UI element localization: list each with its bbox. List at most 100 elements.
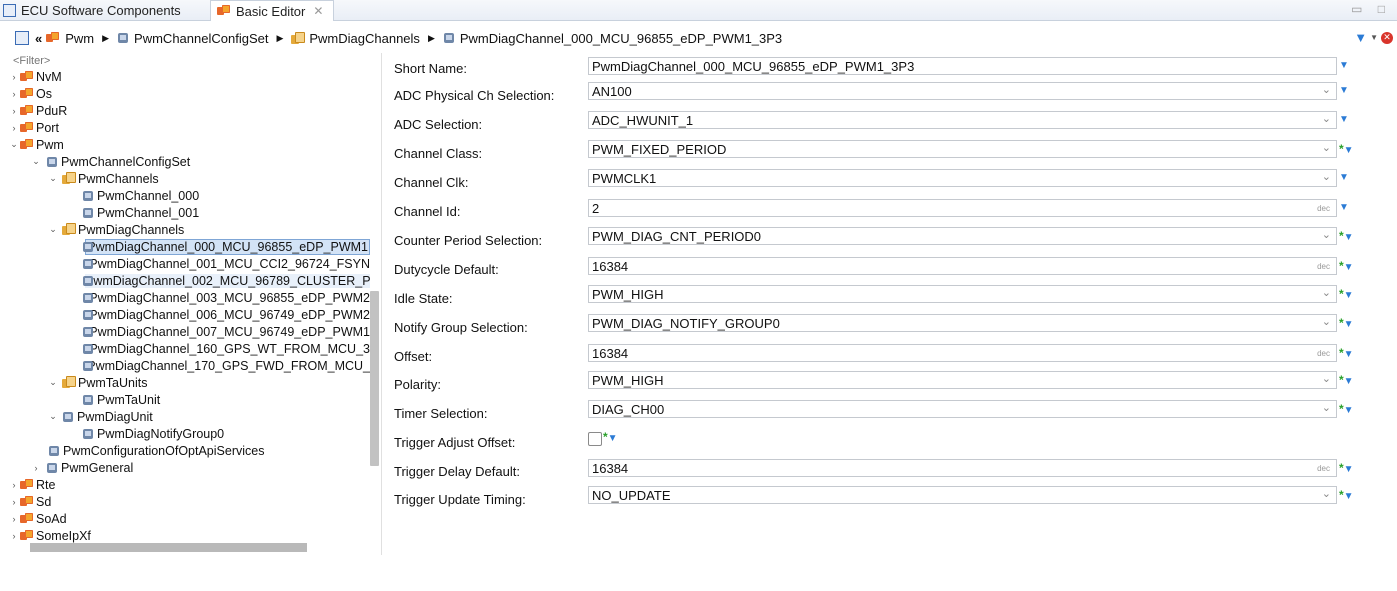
tree-item-pwm-channel-config-set[interactable]: ⌄PwmChannelConfigSet xyxy=(0,153,370,170)
module-icon xyxy=(20,496,34,508)
tab-basic-editor[interactable]: Basic Editor ✕ xyxy=(210,0,334,21)
expand-icon[interactable]: › xyxy=(9,497,19,507)
parameter-menu-icon[interactable]: ▼ xyxy=(1339,113,1349,125)
tree-item-pwm-diag-notify-group0[interactable]: PwmDiagNotifyGroup0 xyxy=(0,425,370,442)
tree-item-rte[interactable]: ›Rte xyxy=(0,476,370,493)
collapse-icon[interactable]: ⌄ xyxy=(48,173,58,184)
short-name-field[interactable]: PwmDiagChannel_000_MCU_96855_eDP_PWM1_3P… xyxy=(588,57,1337,75)
breadcrumb-item-diag-channel-000[interactable]: PwmDiagChannel_000_MCU_96855_eDP_PWM1_3P… xyxy=(443,31,782,46)
tree-item-pwm-channel-000[interactable]: PwmChannel_000 xyxy=(0,187,370,204)
tree-item-pwm-general[interactable]: ›PwmGeneral xyxy=(0,459,370,476)
tree-item-diag-channel-160[interactable]: PwmDiagChannel_160_GPS_WT_FROM_MCU_3 xyxy=(0,340,370,357)
timer-selection-select[interactable]: DIAG_CH00 xyxy=(588,400,1337,418)
tree-item-pwm-ta-unit[interactable]: PwmTaUnit xyxy=(0,391,370,408)
parameter-menu-icon[interactable]: *▼ xyxy=(1339,316,1354,330)
tree-item-pwm-channels[interactable]: ⌄PwmChannels xyxy=(0,170,370,187)
tree-item-diag-channel-006[interactable]: PwmDiagChannel_006_MCU_96749_eDP_PWM2 xyxy=(0,306,370,323)
collapse-icon[interactable]: ⌄ xyxy=(48,377,58,388)
parameter-menu-icon[interactable]: *▼ xyxy=(1339,402,1354,416)
tree-item-pwm[interactable]: ⌄Pwm xyxy=(0,136,370,153)
tree-item-diag-channel-003[interactable]: PwmDiagChannel_003_MCU_96855_eDP_PWM2 xyxy=(0,289,370,306)
tree-item-sd[interactable]: ›Sd xyxy=(0,493,370,510)
channel-clk-select[interactable]: PWMCLK1 xyxy=(588,169,1337,187)
tree-item-nvm[interactable]: ›NvM xyxy=(0,68,370,85)
tree-item-pdur[interactable]: ›PduR xyxy=(0,102,370,119)
tab-ecu-software-components[interactable]: ECU Software Components xyxy=(3,0,181,20)
close-icon[interactable]: ✕ xyxy=(313,4,323,18)
tree-item-pwm-config-opt-api-services[interactable]: PwmConfigurationOfOptApiServices xyxy=(0,442,370,459)
parameter-menu-icon[interactable]: *▼ xyxy=(1339,373,1354,387)
error-icon[interactable]: ✕ xyxy=(1381,32,1393,44)
tree-item-diag-channel-002[interactable]: PwmDiagChannel_002_MCU_96789_CLUSTER_P xyxy=(0,272,370,289)
offset-field[interactable]: 16384dec xyxy=(588,344,1337,362)
parameter-menu-icon[interactable]: *▼ xyxy=(1339,488,1354,502)
counter-period-select[interactable]: PWM_DIAG_CNT_PERIOD0 xyxy=(588,227,1337,245)
trigger-update-timing-select[interactable]: NO_UPDATE xyxy=(588,486,1337,504)
tree-item-pwm-ta-units[interactable]: ⌄ PwmTaUnits xyxy=(0,374,370,391)
tree-label: PwmTaUnits xyxy=(78,376,147,390)
expand-icon[interactable]: › xyxy=(31,463,41,473)
channel-id-label: Channel Id: xyxy=(394,204,461,219)
channel-id-field[interactable]: 2dec xyxy=(588,199,1337,217)
parameter-menu-icon[interactable]: ▼ xyxy=(1339,59,1349,71)
tree-item-diag-channel-007[interactable]: PwmDiagChannel_007_MCU_96749_eDP_PWM1 xyxy=(0,323,370,340)
parameter-menu-icon[interactable]: *▼ xyxy=(1339,346,1354,360)
counter-period-label: Counter Period Selection: xyxy=(394,233,542,248)
tree-item-os[interactable]: › Os xyxy=(0,85,370,102)
breadcrumb-item-pwm[interactable]: Pwm xyxy=(46,31,94,46)
expand-icon[interactable]: › xyxy=(9,531,19,541)
tree-item-diag-channel-000[interactable]: PwmDiagChannel_000_MCU_96855_eDP_PWM1 xyxy=(0,238,370,255)
parameter-menu-icon[interactable]: *▼ xyxy=(603,430,618,444)
window-controls[interactable]: ▭ □ xyxy=(1351,2,1391,16)
tree-label: Os xyxy=(36,87,52,101)
tree-item-soad[interactable]: ›SoAd xyxy=(0,510,370,527)
tree-item-port[interactable]: ›Port xyxy=(0,119,370,136)
tree-item-pwm-diag-channels[interactable]: ⌄PwmDiagChannels xyxy=(0,221,370,238)
module-tree[interactable]: ›NvM › Os ›PduR ›Port ⌄Pwm ⌄PwmChannelCon… xyxy=(0,68,370,591)
parameter-menu-icon[interactable]: ▼ xyxy=(1339,84,1349,96)
idle-state-select[interactable]: PWM_HIGH xyxy=(588,285,1337,303)
trigger-delay-field[interactable]: 16384dec xyxy=(588,459,1337,477)
parameter-menu-icon[interactable]: *▼ xyxy=(1339,259,1354,273)
tree-item-someipxf[interactable]: ›SomeIpXf xyxy=(0,527,370,544)
expand-icon[interactable]: › xyxy=(9,106,19,116)
collapse-icon[interactable]: ⌄ xyxy=(48,411,58,422)
adc-selection-select[interactable]: ADC_HWUNIT_1 xyxy=(588,111,1337,129)
dutycycle-field[interactable]: 16384dec xyxy=(588,257,1337,275)
tree-label: PwmDiagChannel_003_MCU_96855_eDP_PWM2 xyxy=(89,291,370,305)
breadcrumb-item-channel-config-set[interactable]: PwmChannelConfigSet xyxy=(117,31,268,46)
parameter-menu-icon[interactable]: *▼ xyxy=(1339,461,1354,475)
breadcrumb: « Pwm ▶ PwmChannelConfigSet ▶ PwmDiagCha… xyxy=(0,28,1397,48)
parameter-menu-icon[interactable]: ▼ xyxy=(1339,171,1349,183)
parameter-menu-icon[interactable]: *▼ xyxy=(1339,229,1354,243)
dropdown-icon[interactable]: ▼ xyxy=(1370,33,1378,42)
filter-icon[interactable]: ▼ xyxy=(1354,30,1367,45)
tree-item-diag-channel-170[interactable]: PwmDiagChannel_170_GPS_FWD_FROM_MCU_ xyxy=(0,357,370,374)
back-icon[interactable]: « xyxy=(35,31,42,46)
breadcrumb-item-diag-channels[interactable]: PwmDiagChannels xyxy=(291,31,420,46)
parameter-menu-icon[interactable]: ▼ xyxy=(1339,201,1349,213)
collapse-icon[interactable]: ⌄ xyxy=(31,156,41,167)
expand-icon[interactable]: › xyxy=(9,480,19,490)
expand-icon[interactable]: › xyxy=(9,72,19,82)
polarity-select[interactable]: PWM_HIGH xyxy=(588,371,1337,389)
parameter-menu-icon[interactable]: *▼ xyxy=(1339,287,1354,301)
tree-vertical-scrollbar[interactable] xyxy=(370,291,379,466)
notify-group-select[interactable]: PWM_DIAG_NOTIFY_GROUP0 xyxy=(588,314,1337,332)
expand-icon[interactable]: › xyxy=(9,123,19,133)
tree-item-diag-channel-001[interactable]: PwmDiagChannel_001_MCU_CCI2_96724_FSYN xyxy=(0,255,370,272)
tree-horizontal-scrollbar[interactable] xyxy=(30,543,307,552)
collapse-icon[interactable]: ⌄ xyxy=(9,139,19,150)
expand-icon[interactable]: › xyxy=(9,514,19,524)
channel-class-select[interactable]: PWM_FIXED_PERIOD xyxy=(588,140,1337,158)
tree-item-pwm-diag-unit[interactable]: ⌄ PwmDiagUnit xyxy=(0,408,370,425)
outline-icon[interactable] xyxy=(15,31,29,45)
trigger-adjust-offset-checkbox[interactable] xyxy=(588,432,602,446)
parameter-menu-icon[interactable]: *▼ xyxy=(1339,142,1354,156)
tree-item-pwm-channel-001[interactable]: PwmChannel_001 xyxy=(0,204,370,221)
collapse-icon[interactable]: ⌄ xyxy=(48,224,58,235)
adc-physical-ch-select[interactable]: AN100 xyxy=(588,82,1337,100)
tree-label: PwmDiagUnit xyxy=(77,410,153,424)
expand-icon[interactable]: › xyxy=(9,89,19,99)
filter-input[interactable] xyxy=(11,53,371,69)
